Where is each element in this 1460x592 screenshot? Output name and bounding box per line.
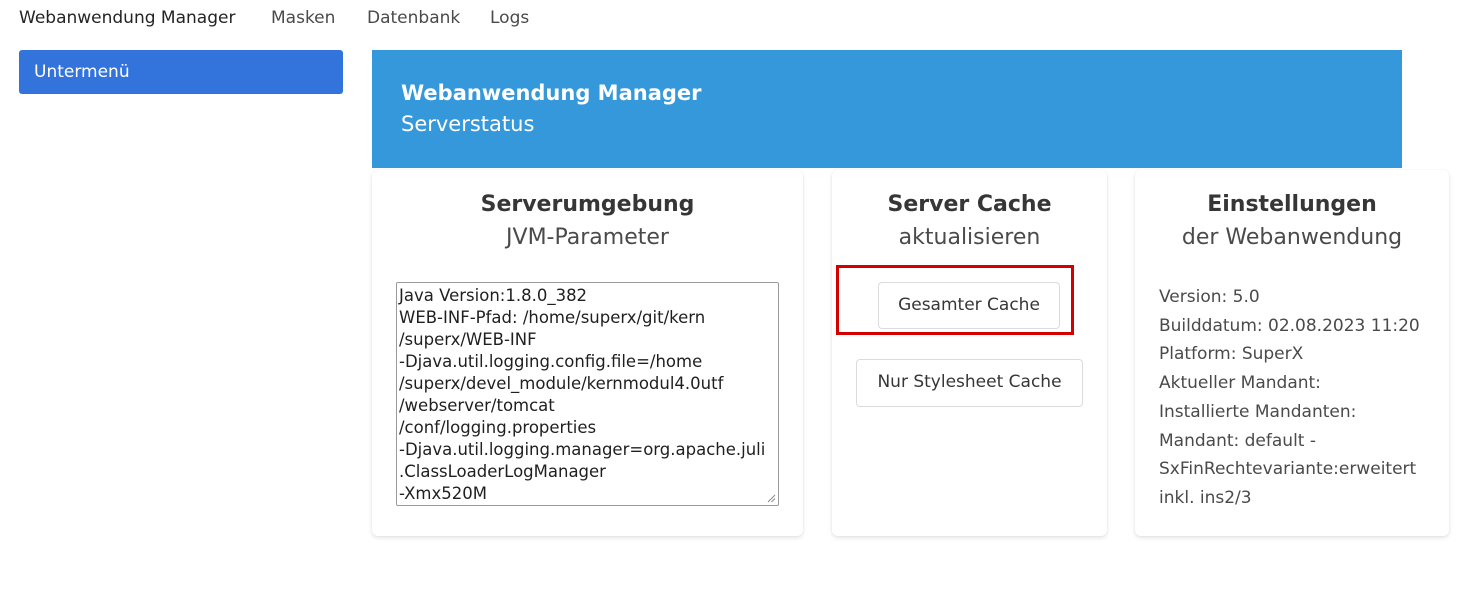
card-title: Serverumgebung [480, 192, 695, 217]
jvm-line: -Djava.util.logging.config.file=/home [399, 352, 703, 371]
jvm-line: /webserver/tomcat [399, 396, 555, 415]
card-subtitle: aktualisieren [898, 225, 1041, 250]
settings-line: Version: 5.0 [1159, 287, 1260, 307]
jvm-line: Java Version:1.8.0_382 [399, 286, 588, 305]
settings-line: Aktueller Mandant: [1159, 373, 1321, 394]
jvm-line: -Djava.util.logging.manager=org.apache.j… [399, 440, 766, 459]
jvm-line: -Xmx520M [399, 484, 488, 503]
card-title: Server Cache [887, 192, 1052, 217]
nav-item-logs[interactable]: Logs [490, 8, 529, 28]
settings-line: SxFinRechtevariante:erweitert [1159, 459, 1417, 480]
settings-line: inkl. ins2/3 [1159, 487, 1252, 508]
card-server-cache: Server Cache aktualisieren Gesamter Cach… [832, 170, 1107, 536]
hero-title: Webanwendung Manager [401, 81, 702, 105]
navbar-brand[interactable]: Webanwendung Manager [19, 8, 235, 28]
jvm-line: /superx/WEB-INF [399, 330, 537, 349]
card-subtitle: JVM-Parameter [506, 225, 669, 250]
settings-line: Builddatum: 02.08.2023 11:20 [1159, 315, 1420, 336]
jvm-line: .ClassLoaderLogManager [399, 462, 606, 481]
jvm-line: /superx/devel_module/kernmodul4.0utf [399, 374, 724, 393]
card-subtitle: der Webanwendung [1181, 225, 1403, 250]
settings-list: Version: 5.0 Builddatum: 02.08.2023 11:2… [1159, 283, 1420, 513]
jvm-parameter-textarea[interactable]: Java Version:1.8.0_382 WEB-INF-Pfad: /ho… [396, 282, 779, 506]
nav-item-masken[interactable]: Masken [271, 8, 335, 28]
gesamter-cache-button[interactable]: Gesamter Cache [878, 282, 1060, 329]
card-einstellungen: Einstellungen der Webanwendung Version: … [1135, 170, 1449, 536]
nav-item-datenbank[interactable]: Datenbank [367, 8, 460, 28]
jvm-line: /conf/logging.properties [399, 418, 597, 437]
stylesheet-cache-button[interactable]: Nur Stylesheet Cache [856, 359, 1083, 407]
card-serverumgebung: Serverumgebung JVM-Parameter Java Versio… [372, 170, 803, 536]
settings-line: Mandant: default - [1159, 430, 1316, 451]
jvm-line: WEB-INF-Pfad: /home/superx/git/kern [399, 308, 706, 327]
resize-handle-icon[interactable] [766, 493, 776, 503]
hero-subtitle: Serverstatus [401, 112, 535, 136]
settings-line: Platform: SuperX [1159, 344, 1304, 365]
sidebar-item-untermenue[interactable]: Untermenü [19, 50, 343, 94]
top-navbar: Webanwendung Manager Masken Datenbank Lo… [0, 0, 1460, 40]
hero-banner: Webanwendung Manager Serverstatus [372, 50, 1402, 168]
settings-line: Installierte Mandanten: [1159, 401, 1357, 422]
card-title: Einstellungen [1207, 192, 1377, 217]
